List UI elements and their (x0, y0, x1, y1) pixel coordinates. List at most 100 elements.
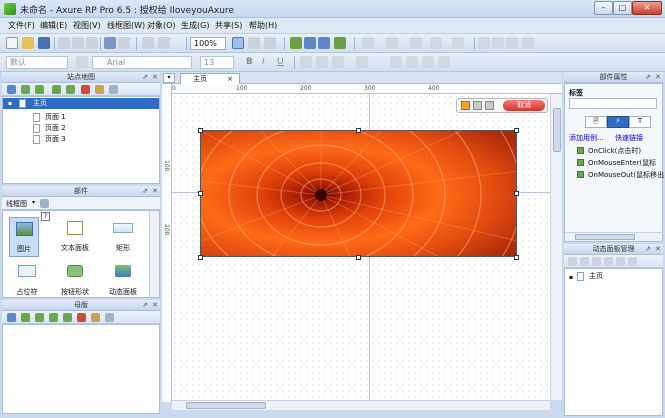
layout-icon[interactable] (264, 37, 276, 49)
text-middle-icon[interactable] (422, 56, 434, 68)
undo-icon[interactable] (104, 37, 116, 49)
info-icon[interactable] (485, 101, 494, 110)
group-icon[interactable] (290, 37, 302, 49)
move-down-icon[interactable] (604, 257, 613, 266)
text-align-center-icon[interactable] (316, 56, 328, 68)
font-size-select[interactable]: 13 (200, 56, 234, 69)
font-family-select[interactable]: Arial (92, 56, 192, 69)
widgets-scrollbar[interactable] (149, 211, 159, 297)
canvas-horizontal-scrollbar[interactable] (172, 400, 550, 410)
line-style-icon[interactable] (430, 37, 442, 49)
expand-icon[interactable]: ▪ (569, 274, 573, 281)
search-icon[interactable] (40, 199, 49, 208)
search-icon[interactable] (109, 85, 118, 94)
close-icon[interactable]: ✕ (152, 72, 158, 82)
duplicate-state-icon[interactable] (580, 257, 589, 266)
bullet-list-icon[interactable] (390, 56, 402, 68)
pin-icon[interactable]: ⇗ (142, 300, 148, 310)
line-width-icon[interactable] (410, 37, 422, 49)
move-up-icon[interactable] (592, 257, 601, 266)
resize-handle[interactable] (356, 128, 361, 133)
open-folder-icon[interactable] (22, 37, 34, 49)
add-page-icon[interactable] (7, 85, 16, 94)
event-onmouseout[interactable]: OnMouseOut(鼠标移出 (577, 170, 664, 180)
connect-mode-icon[interactable] (248, 37, 260, 49)
save-icon[interactable] (38, 37, 50, 49)
redo-icon[interactable] (118, 37, 130, 49)
interactions-tab[interactable]: ⚡ (607, 116, 629, 128)
delete-master-icon[interactable] (77, 313, 86, 322)
copy-icon[interactable] (72, 37, 84, 49)
add-case-link[interactable]: 添加用例... (569, 133, 604, 143)
event-onclick[interactable]: OnClick(点击时) (577, 146, 641, 156)
move-down-icon[interactable] (35, 85, 44, 94)
properties-scrollbar[interactable] (565, 232, 662, 241)
text-align-right-icon[interactable] (332, 56, 344, 68)
add-state-icon[interactable] (568, 257, 577, 266)
quick-link[interactable]: 快速链接 (615, 133, 643, 143)
fill-color-icon[interactable] (362, 37, 374, 49)
text-color-icon[interactable] (356, 56, 368, 68)
scroll-thumb[interactable] (186, 402, 266, 409)
add-master-icon[interactable] (7, 313, 16, 322)
menu-generate[interactable]: 生成(G) (181, 20, 209, 31)
line-color-icon[interactable] (386, 37, 398, 49)
tab-home[interactable]: 主页 × (180, 73, 240, 84)
align-left-icon[interactable] (478, 37, 490, 49)
tab-list-dropdown[interactable]: ▾ (163, 73, 175, 83)
underline-button[interactable]: U (277, 57, 284, 67)
maximize-button[interactable]: □ (613, 1, 632, 15)
close-button[interactable]: ✕ (632, 1, 662, 15)
menu-wireframe[interactable]: 线框图(W) (107, 20, 145, 31)
send-back-icon[interactable] (334, 37, 346, 49)
selected-image-widget[interactable] (200, 130, 517, 257)
widget-dynamic-panel[interactable]: 动态面板 (103, 263, 143, 299)
widget-rectangle[interactable]: 矩形 (103, 217, 143, 257)
close-icon[interactable]: ✕ (655, 72, 661, 82)
indent-icon[interactable] (49, 313, 58, 322)
indent-icon[interactable] (52, 85, 61, 94)
add-icon[interactable] (461, 101, 470, 110)
scroll-thumb[interactable] (575, 234, 635, 240)
pin-icon[interactable]: ⇗ (142, 186, 148, 196)
outdent-icon[interactable] (66, 85, 75, 94)
delete-state-icon[interactable] (628, 257, 637, 266)
event-onmouseenter[interactable]: OnMouseEnter(鼠标 (577, 158, 656, 168)
dropdown-arrow-icon[interactable]: ▾ (32, 199, 35, 206)
menu-share[interactable]: 共享(S) (215, 20, 242, 31)
pointer-mode-icon[interactable] (232, 37, 244, 49)
menu-edit[interactable]: 编辑(E) (40, 20, 67, 31)
label-input[interactable] (569, 98, 657, 109)
tree-item-page1[interactable]: 页面 1 (33, 112, 66, 123)
text-align-left-icon[interactable] (300, 56, 312, 68)
menu-view[interactable]: 视图(V) (73, 20, 101, 31)
widget-image[interactable]: 图片 (9, 217, 39, 257)
menu-file[interactable]: 文件(F) (8, 20, 35, 31)
widget-placeholder[interactable]: 占位符 (7, 263, 47, 299)
resize-handle[interactable] (198, 191, 203, 196)
paste-icon[interactable] (86, 37, 98, 49)
help-icon[interactable]: ? (41, 212, 50, 221)
edit-master-icon[interactable] (91, 313, 100, 322)
resize-handle[interactable] (356, 255, 361, 260)
edit-page-icon[interactable] (95, 85, 104, 94)
close-icon[interactable]: ✕ (152, 300, 158, 310)
edit-state-icon[interactable] (616, 257, 625, 266)
ungroup-icon[interactable] (304, 37, 316, 49)
bring-front-icon[interactable] (318, 37, 330, 49)
move-up-icon[interactable] (21, 313, 30, 322)
widget-text-panel[interactable]: 文本面板 (55, 217, 95, 257)
resize-handle[interactable] (514, 255, 519, 260)
align-right-icon[interactable] (506, 37, 518, 49)
formatting-tab[interactable]: T (629, 116, 651, 128)
close-icon[interactable]: ✕ (152, 186, 158, 196)
bold-button[interactable]: B (246, 57, 253, 67)
connector-icon[interactable] (158, 37, 170, 49)
tab-close-icon[interactable]: × (227, 74, 233, 84)
text-bottom-icon[interactable] (438, 56, 450, 68)
minus-icon[interactable] (473, 101, 482, 110)
resize-handle[interactable] (198, 255, 203, 260)
canvas-vertical-scrollbar[interactable] (550, 94, 562, 400)
align-center-icon[interactable] (492, 37, 504, 49)
format-painter-icon[interactable] (76, 56, 88, 68)
